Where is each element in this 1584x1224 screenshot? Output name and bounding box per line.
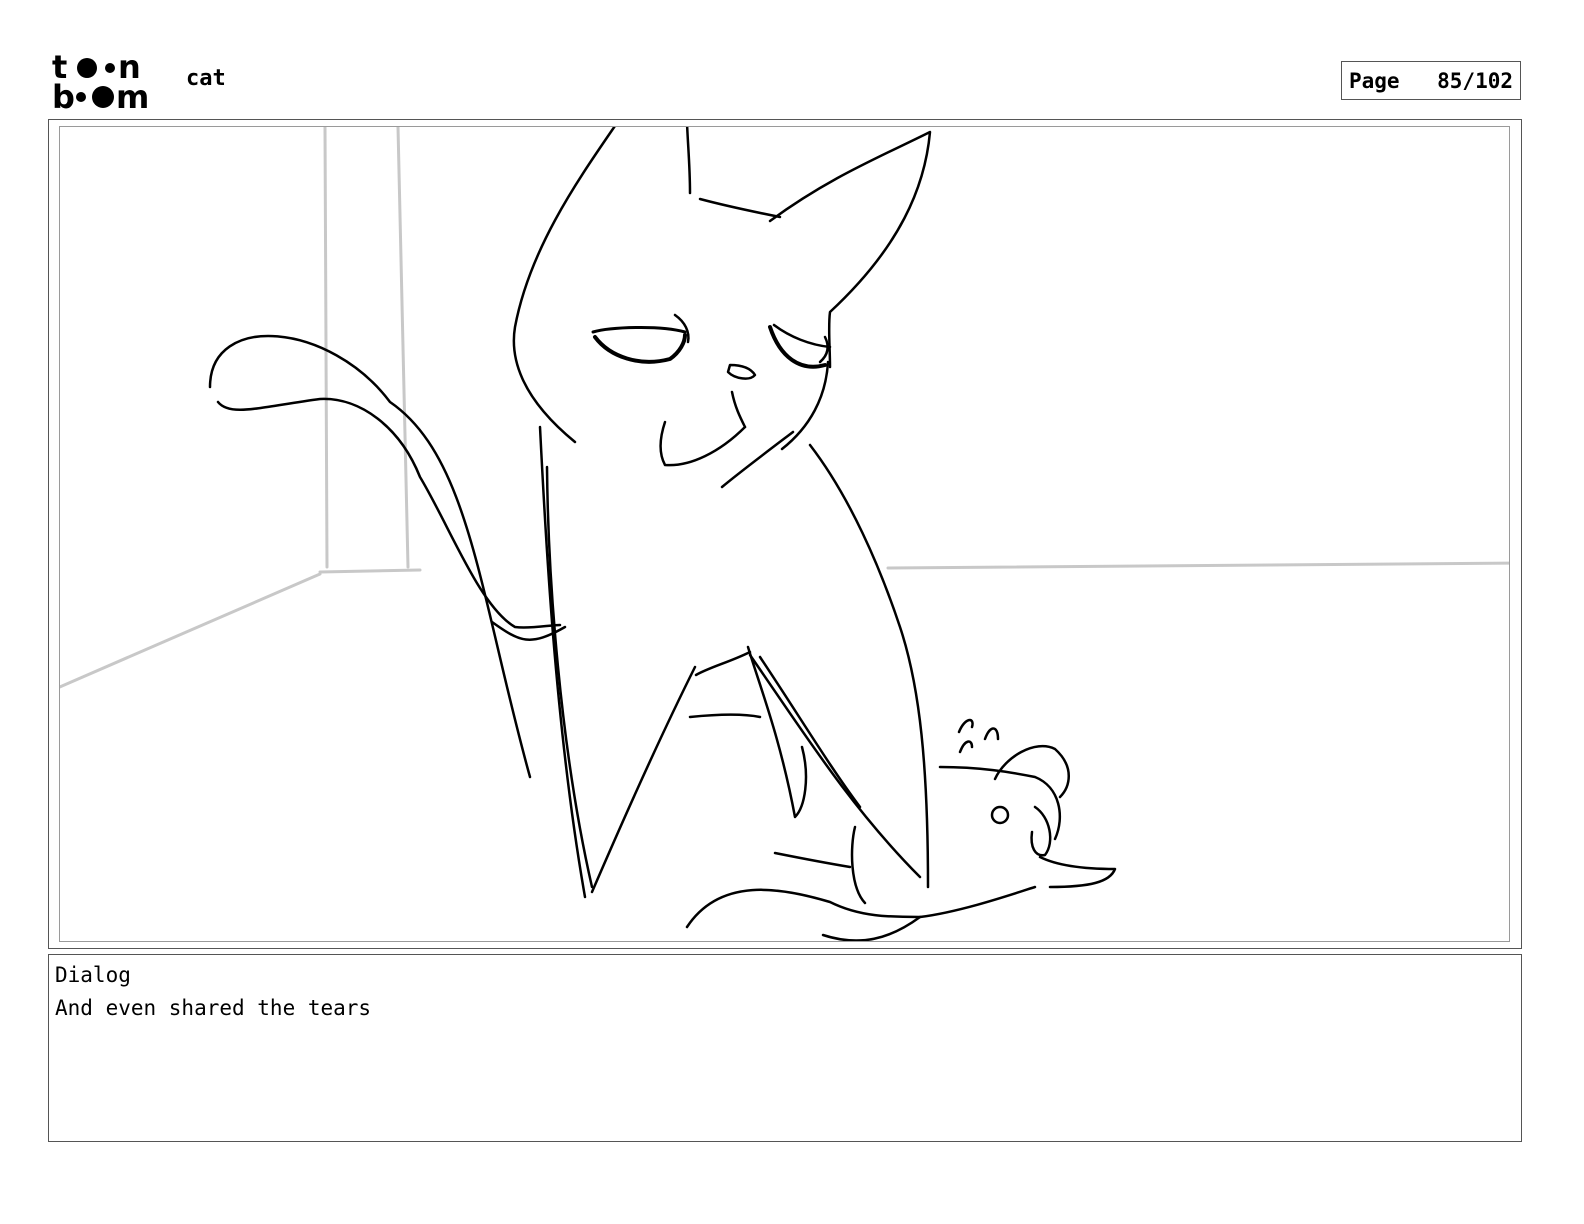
page-indicator: Page 85/102 [1341,61,1521,100]
svg-text:m: m [116,78,149,112]
panel-sketch-drawing [60,127,1509,941]
toon-boom-logo: t n b m [52,48,164,116]
page-number: 85/102 [1437,68,1513,93]
dialog-box: Dialog And even shared the tears [48,954,1522,1142]
svg-text:b: b [52,78,75,112]
toon-boom-logo-icon: t n b m [52,48,149,116]
storyboard-panel[interactable] [59,126,1510,942]
dialog-label: Dialog [55,963,131,987]
page-label: Page [1349,68,1400,93]
project-title: cat [186,66,226,91]
dialog-text[interactable]: And even shared the tears [55,996,371,1020]
